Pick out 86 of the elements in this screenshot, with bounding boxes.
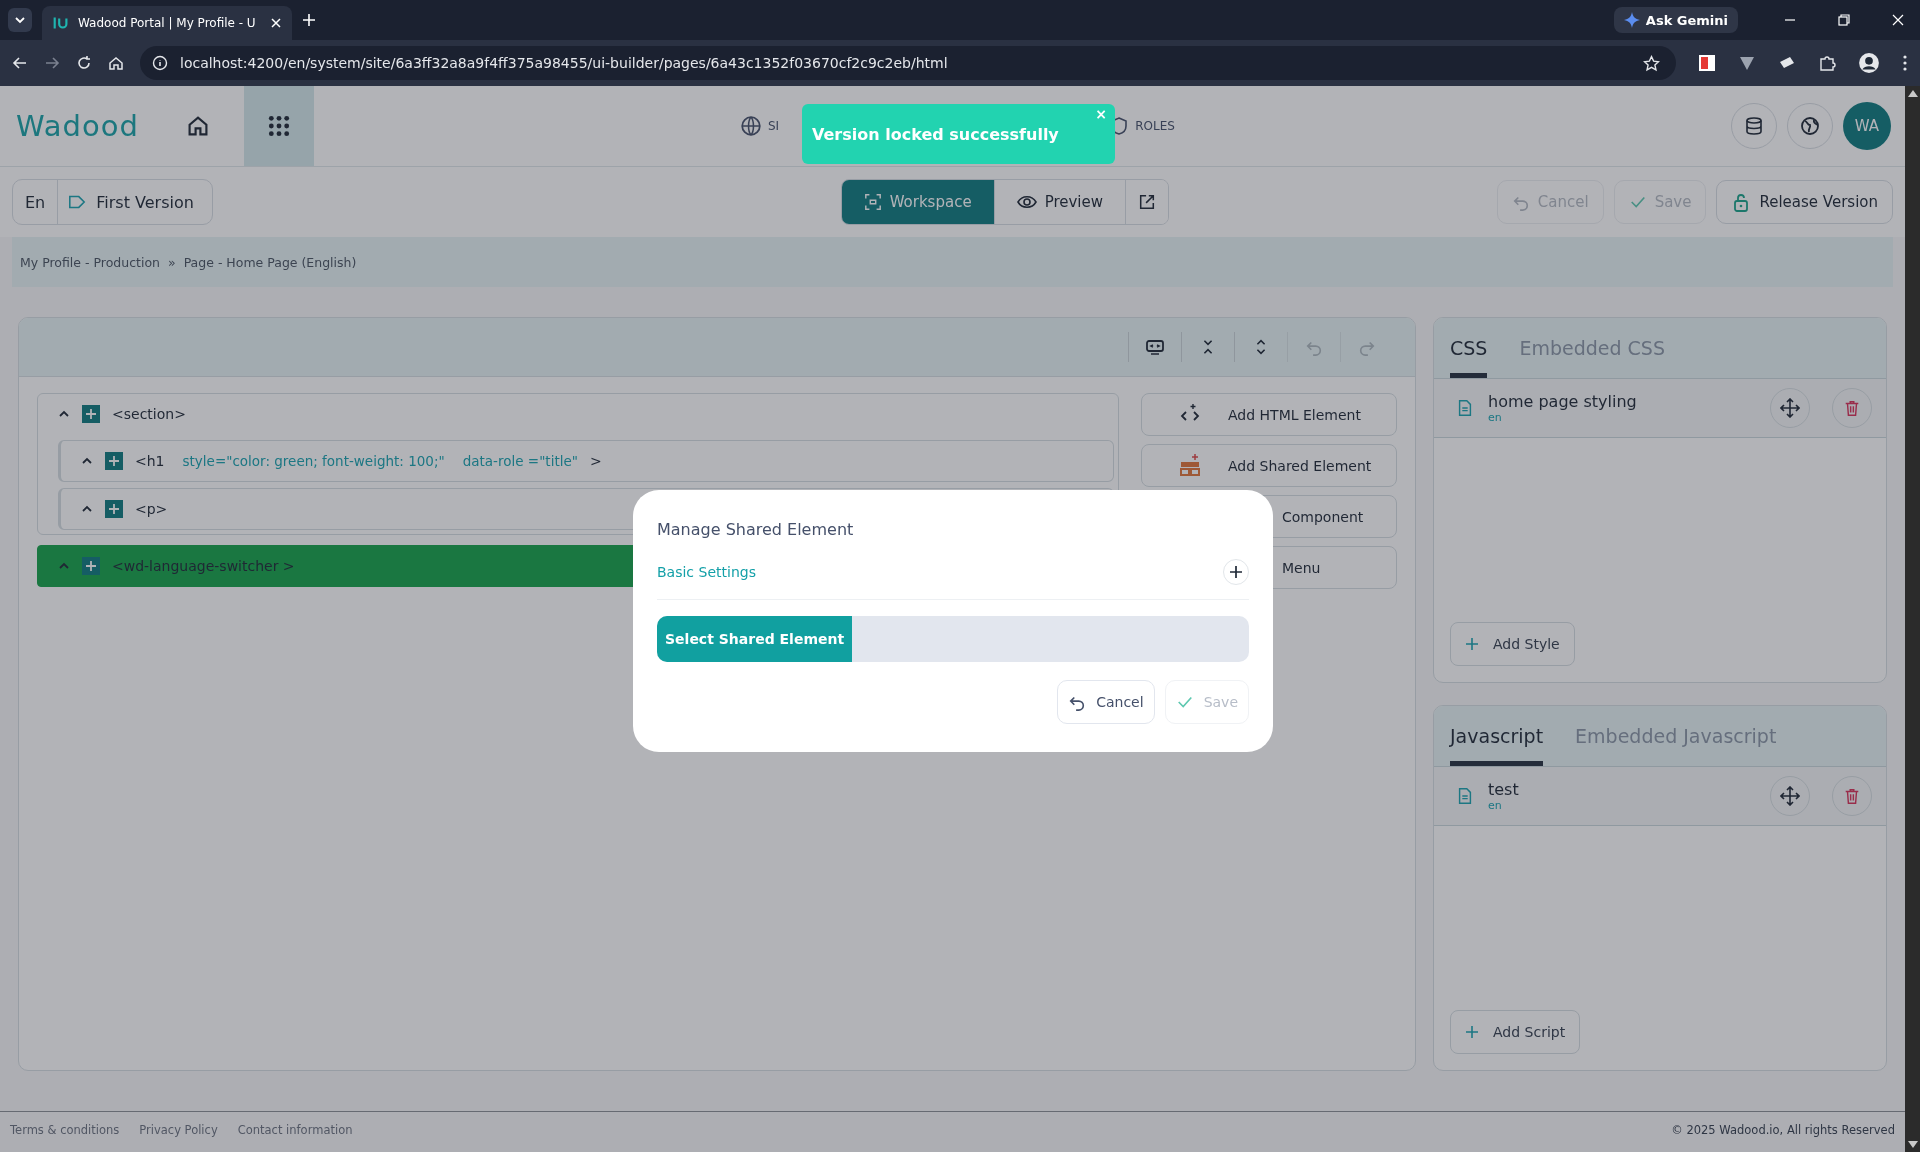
user-avatar[interactable]: WA (1843, 102, 1891, 150)
file-item[interactable]: home page styling en (1434, 379, 1886, 438)
add-child-button[interactable] (82, 405, 100, 423)
browser-tab[interactable]: Wadood Portal | My Profile - U (42, 6, 292, 40)
tab-title: Wadood Portal | My Profile - U (78, 16, 257, 30)
move-icon (1780, 786, 1800, 806)
forward-icon[interactable] (44, 55, 60, 71)
plus-icon (1465, 637, 1479, 651)
breadcrumb-separator: » (168, 254, 176, 270)
cancel-button[interactable]: Cancel (1057, 680, 1155, 724)
element-tag: <p> (135, 501, 168, 517)
element-tag: <h1 (135, 453, 165, 469)
tag-icon (68, 193, 87, 211)
copyright: © 2025 Wadood.io, All rights Reserved (1671, 1123, 1895, 1137)
close-icon[interactable] (270, 17, 282, 29)
add-child-button[interactable] (105, 500, 123, 518)
add-child-button[interactable] (105, 452, 123, 470)
extension-icon[interactable] (1738, 54, 1756, 72)
home-icon[interactable] (186, 114, 210, 138)
globe-icon (1800, 116, 1820, 136)
screen-icon (1145, 337, 1165, 357)
trash-icon (1843, 399, 1861, 417)
ask-gemini-button[interactable]: Ask Gemini (1613, 7, 1738, 33)
toast-message: Version locked successfully (812, 124, 1059, 144)
puzzle-icon[interactable] (1818, 54, 1836, 72)
plus-icon (85, 408, 97, 420)
grid-icon (268, 115, 290, 137)
breadcrumb-link[interactable]: My Profile - Production (20, 254, 160, 270)
plus-icon (1229, 565, 1243, 579)
external-link-icon (1138, 193, 1156, 211)
add-child-button[interactable] (82, 557, 100, 575)
plus-icon (108, 503, 120, 515)
file-language: en (1488, 411, 1503, 424)
sparkle-icon (1623, 12, 1640, 28)
extension-icon[interactable] (1698, 54, 1716, 72)
element-tag: <section> (112, 406, 186, 422)
language-selector[interactable]: En (13, 180, 59, 224)
more-icon[interactable] (1902, 54, 1908, 72)
restore-icon[interactable] (1838, 14, 1850, 26)
plus-icon (85, 560, 97, 572)
file-language: en (1488, 799, 1503, 812)
apps-button[interactable] (244, 86, 314, 166)
add-element-button[interactable]: Add HTML Element (1141, 393, 1397, 436)
file-name: test (1488, 780, 1519, 799)
add-element-button[interactable]: Add Shared Element (1141, 444, 1397, 487)
element-attribute: data-role ="title" (462, 453, 578, 469)
globe-icon (740, 115, 762, 137)
version-button[interactable]: First Version (58, 180, 212, 224)
element-tag: <wd-language-switcher > (112, 558, 295, 574)
tab-list-button[interactable] (8, 8, 32, 32)
profile-icon[interactable] (1858, 52, 1880, 74)
file-icon (1456, 786, 1474, 806)
footer-link[interactable]: Privacy Policy (139, 1123, 218, 1137)
move-icon (1780, 398, 1800, 418)
trash-icon (1843, 787, 1861, 805)
plus-icon (108, 455, 120, 467)
database-icon (1744, 116, 1764, 136)
reload-icon[interactable] (76, 55, 92, 71)
file-item[interactable]: test en (1434, 767, 1886, 826)
chevron-down-icon (14, 14, 26, 26)
blocks-plus-icon (1178, 453, 1202, 478)
plus-icon (1465, 1025, 1479, 1039)
star-icon[interactable] (1643, 54, 1660, 72)
file-name: home page styling (1488, 392, 1637, 411)
nav-link[interactable]: SI (740, 115, 780, 137)
scrollbar[interactable] (1905, 86, 1920, 1152)
tag-end: > (589, 453, 602, 469)
footer-link[interactable]: Contact information (237, 1123, 353, 1137)
section-title[interactable]: Basic Settings (657, 564, 756, 580)
footer-link[interactable]: Terms & conditions (10, 1123, 120, 1137)
back-icon[interactable] (12, 55, 28, 71)
info-icon (152, 55, 168, 71)
focus-icon (863, 193, 882, 211)
add-button[interactable]: Add Script (1450, 1010, 1581, 1054)
element-attribute: style="color: green; font-weight: 100;" (182, 453, 445, 469)
release-version-button[interactable]: Release Version (1716, 180, 1893, 224)
new-tab-icon[interactable] (302, 13, 316, 27)
tree-node[interactable]: <section> (38, 394, 1118, 434)
home-icon[interactable] (108, 55, 124, 71)
file-icon (1456, 398, 1474, 418)
breadcrumb-link[interactable]: Page - Home Page (English) (183, 254, 357, 270)
close-icon[interactable] (1892, 14, 1904, 26)
address-field[interactable]: localhost:4200/en/system/site/6a3ff32a8a9f4ff375a98455/ui-builder/pages/6a43c1352f03670cf2c9c2eb/html (140, 46, 1676, 80)
add-button[interactable]: Add Style (1450, 622, 1575, 666)
view-tab[interactable]: Workspace (841, 180, 995, 224)
shared-element-select[interactable]: Select Shared Element (657, 616, 1249, 662)
